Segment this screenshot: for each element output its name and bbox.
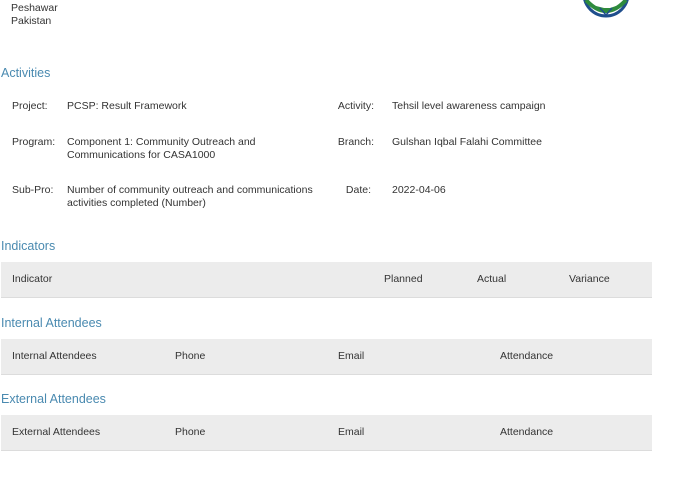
activities-title: Activities [1,66,51,80]
col-external-email: Email [338,426,365,438]
branch-value: Gulshan Iqbal Falahi Committee [392,136,542,148]
activity-label: Activity: [337,100,374,112]
col-internal-attendance: Attendance [500,350,554,362]
subpro-value-line2: activities completed (Number) [67,197,206,209]
address-block: Peshawar Pakistan [11,2,58,28]
project-label: Project: [12,100,48,112]
col-indicator: Indicator [12,273,53,285]
program-label: Program: [12,136,56,148]
col-external-attendees: External Attendees [12,426,101,438]
col-actual: Actual [477,273,507,285]
program-value: Component 1: Community Outreach and Comm… [67,136,256,162]
date-value: 2022-04-06 [392,184,446,196]
internal-attendees-title: Internal Attendees [1,316,102,330]
internal-attendees-table-header: Internal Attendees Phone Email Attendanc… [1,339,652,375]
col-external-attendance: Attendance [500,426,554,438]
handshake-logo-icon [580,0,632,18]
indicators-table-header: Indicator Planned Actual Variance [1,262,652,298]
subpro-value-line1: Number of community outreach and communi… [67,184,313,196]
address-city: Peshawar [11,2,58,14]
date-label: Date: [345,184,371,196]
project-value: PCSP: Result Framework [67,100,187,112]
col-external-phone: Phone [175,426,206,438]
external-attendees-table-header: External Attendees Phone Email Attendanc… [1,415,652,451]
col-internal-email: Email [338,350,365,362]
activity-value: Tehsil level awareness campaign [392,100,546,112]
col-variance: Variance [569,273,610,285]
subpro-label: Sub-Pro: [12,184,54,196]
col-planned: Planned [384,273,423,285]
col-internal-phone: Phone [175,350,206,362]
program-value-line1: Component 1: Community Outreach and [67,136,256,148]
indicators-title: Indicators [1,239,56,253]
branch-label: Branch: [337,136,374,148]
subpro-value: Number of community outreach and communi… [67,184,313,210]
address-country: Pakistan [11,15,52,27]
col-internal-attendees: Internal Attendees [12,350,97,362]
external-attendees-title: External Attendees [1,392,106,406]
program-value-line2: Communications for CASA1000 [67,149,216,161]
